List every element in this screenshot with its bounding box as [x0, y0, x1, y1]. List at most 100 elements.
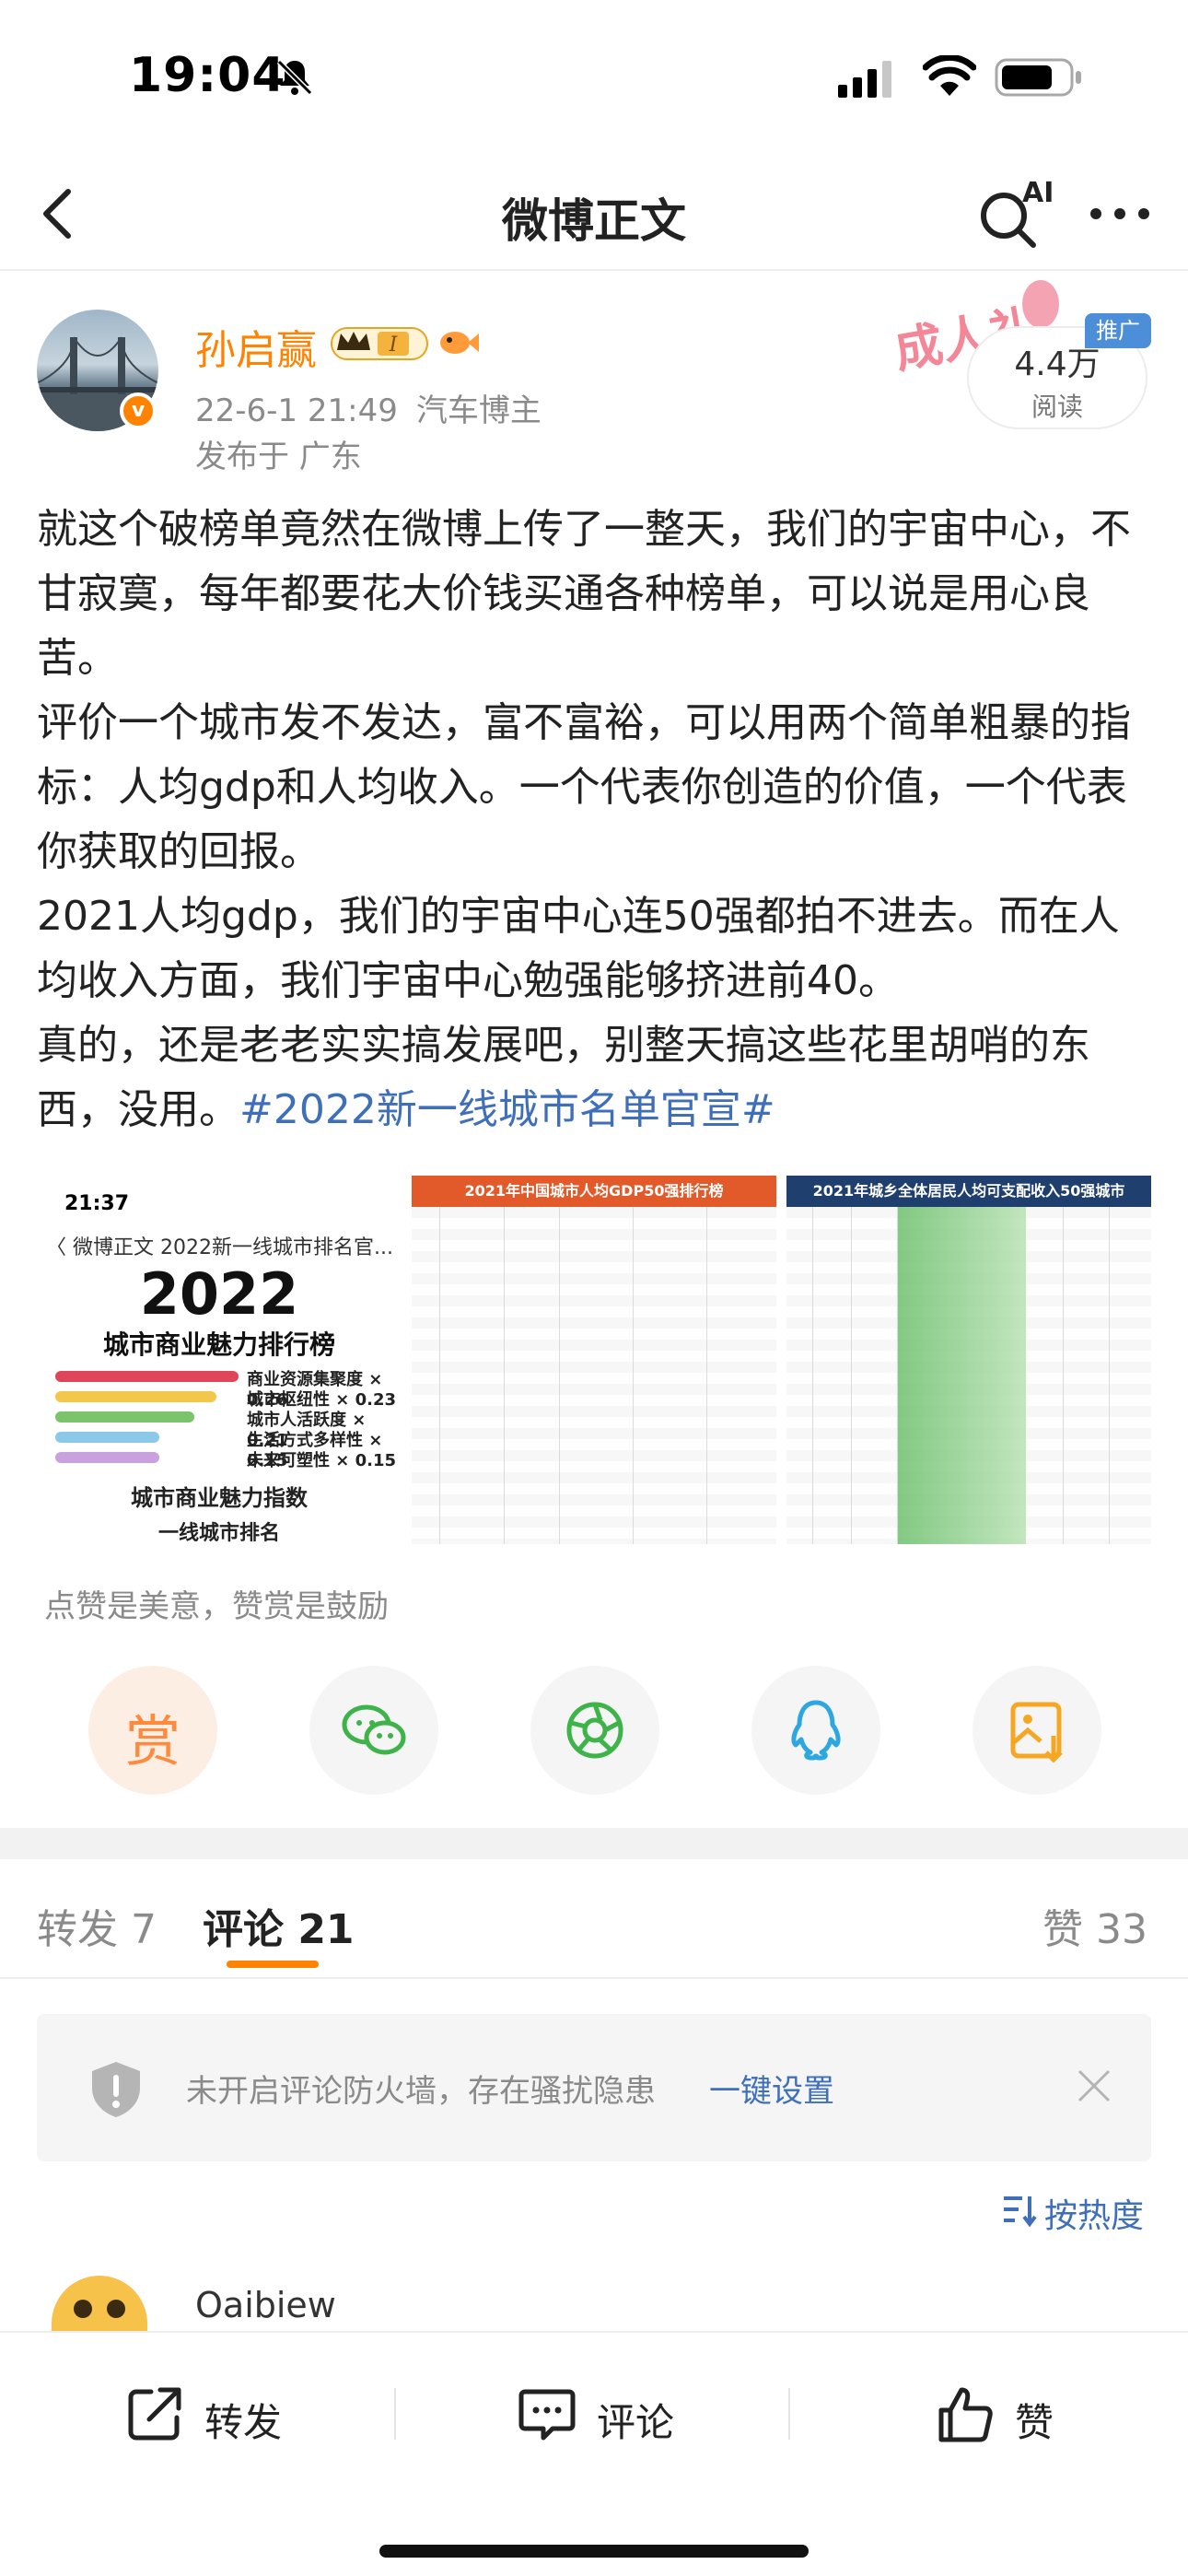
image-title: 城市商业魅力排行榜	[102, 1329, 335, 1360]
table-column-line	[504, 1207, 505, 1544]
post-paragraph: 就这个破榜单竟然在微博上传了一整天，我们的宇宙中心，不甘寂寞，每年都要花大价钱买…	[37, 506, 1131, 682]
reward-button[interactable]: 赏	[88, 1666, 217, 1795]
share-qq-button[interactable]	[751, 1666, 880, 1795]
nav-bar: 微博正文 AI	[0, 157, 1188, 271]
post-paragraph: 评价一个城市发不发达，富不富裕，可以用两个简单粗暴的指标：人均gdp和人均收入。…	[37, 699, 1131, 875]
table-title: 2021年中国城市人均GDP50强排行榜	[412, 1176, 776, 1207]
sort-icon	[1004, 2196, 1037, 2228]
reward-hint: 点赞是美意，赞赏是鼓励	[44, 1588, 389, 1625]
table-column-line	[439, 1207, 440, 1544]
author-title: 汽车博主	[415, 392, 542, 429]
balloon-icon	[1022, 280, 1059, 328]
table-column-line	[559, 1207, 560, 1544]
table-column-line	[1109, 1207, 1110, 1544]
post-paragraph: 真的，还是老老实实搞发展吧，别整天搞这些花里胡哨的东西，没用。#2022新一线城…	[37, 1013, 1151, 1142]
fan-badge-icon	[440, 332, 479, 354]
promo-tag: 推广	[1085, 313, 1151, 348]
post-image-ranking[interactable]: 21:37 〈 微博正文 2022新一线城市排名官... 2022 城市商业魅力…	[37, 1176, 402, 1544]
status-time: 19:04	[129, 48, 286, 103]
interaction-tabs: 转发 7 评论 21 赞 33	[0, 1859, 1188, 1979]
toolbar-divider	[394, 2388, 396, 2440]
table-title: 2021年城乡全体居民人均可支配收入50强城市	[786, 1176, 1151, 1207]
share-row: 赏	[88, 1666, 1101, 1795]
post-image-income-table[interactable]: 2021年城乡全体居民人均可支配收入50强城市	[786, 1176, 1151, 1544]
share-wechat-button[interactable]	[309, 1666, 438, 1795]
hashtag-link[interactable]: #2022新一线城市名单官宣#	[239, 1086, 775, 1133]
avatar-eye	[107, 2300, 125, 2318]
toolbar-divider	[788, 2388, 790, 2440]
post-images: 21:37 〈 微博正文 2022新一线城市排名官... 2022 城市商业魅力…	[37, 1176, 1151, 1544]
moments-icon	[566, 1702, 623, 1759]
more-icon[interactable]	[1085, 184, 1155, 243]
shield-icon	[92, 2062, 140, 2117]
post-location: 发布于 广东	[195, 439, 362, 475]
table-highlight	[897, 1207, 1026, 1544]
active-tab-indicator	[227, 1961, 319, 1968]
tab-reposts[interactable]: 转发 7	[37, 1896, 157, 1955]
image-foot-subtitle: 一线城市排名	[157, 1522, 280, 1544]
qq-icon	[791, 1700, 841, 1761]
share-moments-button[interactable]	[530, 1666, 659, 1795]
ranking-bar-label: 未来可塑性 × 0.15	[247, 1451, 397, 1470]
wechat-icon	[342, 1704, 406, 1755]
verified-badge: v	[120, 392, 157, 429]
ranking-bar	[55, 1371, 239, 1382]
image-download-icon	[1010, 1702, 1063, 1763]
table-rows	[412, 1207, 776, 1544]
post-meta: 22-6-1 21:49 汽车博主	[195, 385, 542, 430]
repost-icon	[128, 2387, 181, 2441]
cellular-signal-icon	[838, 61, 891, 98]
reward-label: 赏	[125, 1710, 181, 1774]
wifi-icon	[923, 55, 976, 96]
commenter-avatar[interactable]	[52, 2276, 147, 2331]
commenter-name[interactable]: Oaibiew	[195, 2285, 336, 2325]
post-paragraph: 2021人均gdp，我们的宇宙中心连50强都拍不进去。而在人均收入方面，我们宇宙…	[37, 893, 1120, 1004]
ranking-bar	[55, 1432, 159, 1443]
image-nav-text: 〈 微博正文 2022新一线城市排名官...	[46, 1236, 393, 1259]
section-divider	[0, 1828, 1188, 1859]
sort-label: 按热度	[1044, 2197, 1145, 2235]
post-author-header: v 孙启赢 I 22-6-1 21:49 汽车博主 发布于 广东 成人礼 4.4万…	[0, 276, 1188, 488]
one-click-setup-link[interactable]: 一键设置	[709, 2066, 834, 2111]
table-column-line	[1063, 1207, 1064, 1544]
comment-item: Oaibiew	[0, 2276, 1188, 2331]
bell-muted-icon	[276, 59, 313, 96]
tab-likes[interactable]: 赞 33	[1042, 1896, 1147, 1955]
read-label: 阅读	[1031, 392, 1083, 422]
like-label: 赞	[1015, 2400, 1054, 2445]
avatar-eye	[74, 2300, 92, 2318]
save-image-button[interactable]	[973, 1666, 1101, 1795]
sort-by-hot-button[interactable]: 按热度	[1000, 2185, 1157, 2235]
ranking-bar	[55, 1411, 194, 1423]
repost-button[interactable]: 转发	[123, 2383, 308, 2447]
comment-icon	[518, 2389, 576, 2441]
tab-comments[interactable]: 评论 21	[203, 1896, 355, 1955]
comment-button[interactable]: 评论	[516, 2383, 700, 2447]
close-icon[interactable]	[1074, 2066, 1114, 2106]
comment-firewall-notice: 未开启评论防火墙，存在骚扰隐患 一键设置	[37, 2014, 1151, 2161]
author-name[interactable]: 孙启赢	[195, 317, 317, 376]
post-image-gdp-table[interactable]: 2021年中国城市人均GDP50强排行榜	[412, 1176, 776, 1544]
ai-label: AI	[1022, 177, 1054, 209]
ranking-bar	[55, 1391, 216, 1402]
table-column-line	[851, 1207, 852, 1544]
comment-label: 评论	[597, 2400, 675, 2445]
home-indicator	[379, 2545, 809, 2558]
post-body: 就这个破榜单竟然在微博上传了一整天，我们的宇宙中心，不甘寂寞，每年都要花大价钱买…	[37, 498, 1151, 1142]
status-bar: 19:04	[0, 0, 1188, 157]
table-column-line	[812, 1207, 813, 1544]
table-column-line	[633, 1207, 634, 1544]
battery-icon	[995, 58, 1081, 97]
bottom-toolbar: 转发 评论 赞	[0, 2331, 1188, 2576]
image-title-year: 2022	[139, 1260, 299, 1328]
ai-search-button[interactable]: AI	[976, 177, 1059, 251]
image-foot-title: 城市商业魅力指数	[131, 1485, 308, 1511]
like-button[interactable]: 赞	[934, 2383, 1081, 2447]
table-column-line	[706, 1207, 707, 1544]
image-time: 21:37	[64, 1192, 130, 1215]
notice-text: 未开启评论防火墙，存在骚扰隐患	[186, 2073, 656, 2110]
vip-level-badge-icon[interactable]: I	[330, 322, 431, 365]
thumbs-up-icon	[938, 2387, 993, 2442]
repost-label: 转发	[204, 2400, 283, 2445]
table-column-line	[897, 1207, 898, 1544]
